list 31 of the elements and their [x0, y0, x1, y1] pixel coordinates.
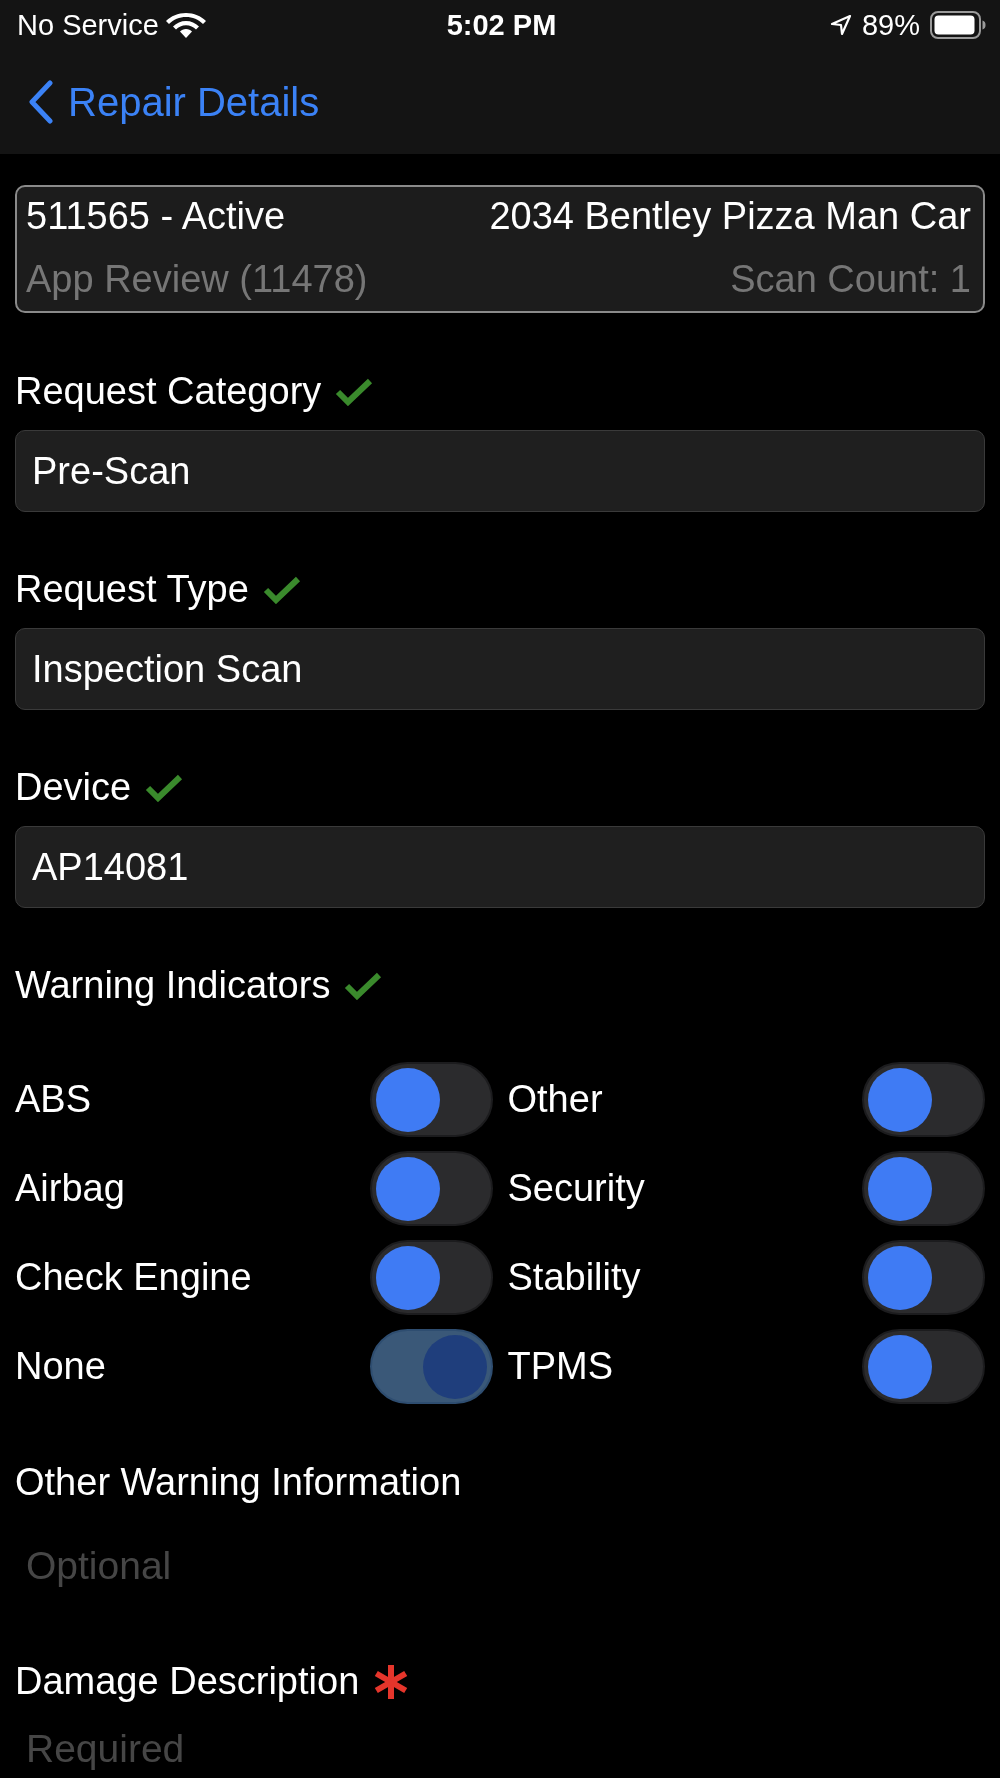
- text-input-field[interactable]: Optional: [15, 1524, 985, 1624]
- toggle-label: None: [15, 1345, 106, 1388]
- back-button[interactable]: Repair Details: [28, 79, 320, 125]
- field-label: Device: [15, 766, 132, 809]
- field-label: Request Type: [15, 568, 249, 611]
- toggle-label: Check Engine: [15, 1256, 252, 1299]
- battery-percent: 89%: [861, 8, 920, 42]
- clock-time: 5:02 PM: [446, 8, 557, 42]
- field-label: Warning Indicators: [15, 964, 331, 1007]
- carrier-text: No Service: [17, 8, 159, 42]
- select-field[interactable]: Pre-Scan: [15, 430, 985, 512]
- scan-count: Scan Count: 1: [730, 258, 971, 301]
- toggle-label: TPMS: [507, 1345, 614, 1388]
- field-label: Damage Description: [15, 1660, 360, 1703]
- wifi-icon: [164, 11, 207, 39]
- toggle-label: Stability: [507, 1256, 641, 1299]
- toggle-label: ABS: [15, 1078, 92, 1121]
- toggle-label: Other: [507, 1078, 603, 1121]
- toggle-label: Airbag: [15, 1167, 125, 1210]
- battery-icon: [930, 11, 986, 39]
- text-input-field[interactable]: Required: [15, 1709, 985, 1770]
- toggle-label: Security: [507, 1167, 645, 1210]
- select-field[interactable]: AP14081: [15, 826, 985, 908]
- back-chevron-icon: [28, 80, 54, 124]
- field-label: Request Category: [15, 370, 322, 413]
- repair-order-status: 511565 - Active: [26, 195, 286, 238]
- account-name: App Review (11478): [26, 258, 368, 301]
- vehicle-name: 2034 Bentley Pizza Man Car: [489, 195, 971, 238]
- field-label: Other Warning Information: [15, 1461, 462, 1504]
- location-arrow-icon: [829, 14, 852, 36]
- select-field[interactable]: Inspection Scan: [15, 628, 985, 710]
